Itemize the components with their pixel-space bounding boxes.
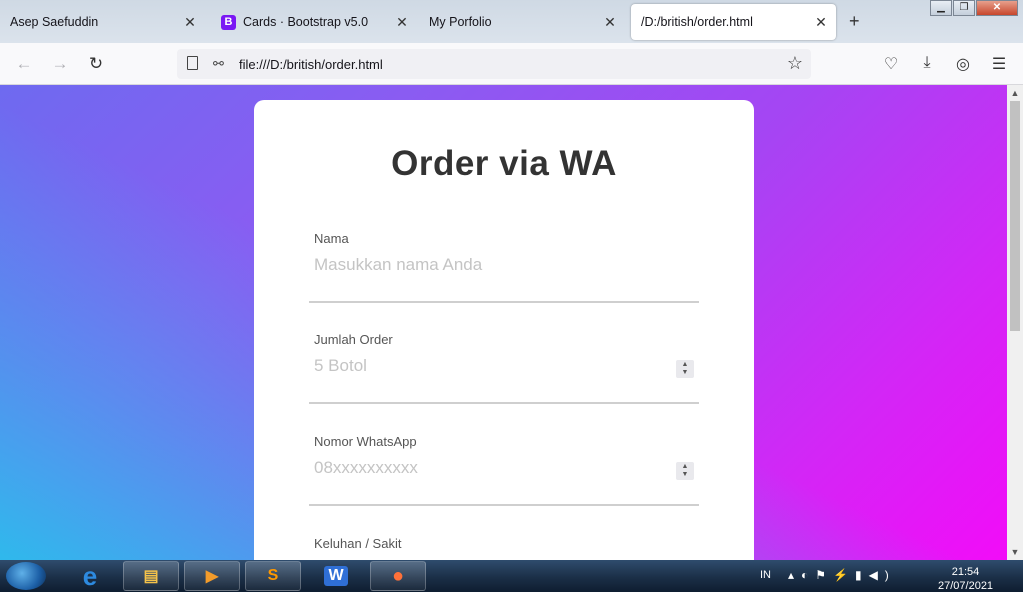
whatsapp-stepper[interactable]: ▲ ▼ <box>676 462 694 480</box>
tab-close-icon[interactable]: ✕ <box>814 14 828 31</box>
media-player-icon[interactable]: ▶ <box>184 561 240 591</box>
language-indicator[interactable]: IN <box>760 569 771 581</box>
whatsapp-field: Nomor WhatsApp ▲▼ <box>309 434 699 506</box>
arrow-left-icon[interactable]: ← <box>14 54 34 74</box>
clock-time: 21:54 <box>951 566 980 578</box>
bootstrap-icon: B <box>221 14 236 30</box>
form-title: Order via WA <box>391 144 617 183</box>
pocket-icon[interactable]: ♡ <box>881 54 901 74</box>
maximize-button[interactable]: ❐ <box>953 0 975 16</box>
whatsapp-input[interactable] <box>314 458 694 478</box>
url-text[interactable]: file:///D:/british/order.html <box>239 57 383 72</box>
scroll-down-icon[interactable]: ▼ <box>1007 544 1023 560</box>
reload-icon[interactable]: ↻ <box>86 54 106 74</box>
page-viewport: Order via WA Nama Jumlah Order ▲▼ Nomor … <box>0 85 1007 560</box>
whatsapp-label: Nomor WhatsApp <box>314 434 417 449</box>
tab-strip: Asep Saefuddin ✕ B Cards · Bootstrap v5.… <box>0 0 1023 43</box>
order-quantity-input[interactable] <box>314 356 694 376</box>
scroll-up-icon[interactable]: ▲ <box>1007 85 1023 101</box>
hamburger-menu-icon[interactable]: ☰ <box>989 54 1009 74</box>
complaint-label: Keluhan / Sakit <box>314 536 402 551</box>
minimize-button[interactable]: ▁ <box>930 0 952 16</box>
internet-explorer-icon[interactable]: e <box>62 561 118 591</box>
firefox-icon[interactable]: ● <box>370 561 426 591</box>
tab-label: My Porfolio <box>429 15 492 29</box>
tab-close-icon[interactable]: ✕ <box>395 14 409 31</box>
name-field: Nama <box>309 231 699 303</box>
file-explorer-icon[interactable]: ▤ <box>123 561 179 591</box>
system-clock[interactable]: 21:54 27/07/2021 <box>938 565 993 592</box>
navigation-bar: ← → ↻ ⚯ file:///D:/british/order.html ☆ … <box>0 43 1023 85</box>
star-icon[interactable]: ☆ <box>787 53 803 74</box>
scrollbar-thumb[interactable] <box>1010 101 1020 331</box>
order-quantity-field: Jumlah Order ▲▼ <box>309 332 699 404</box>
tab-asep[interactable]: Asep Saefuddin ✕ <box>0 4 205 40</box>
tab-close-icon[interactable]: ✕ <box>603 14 617 31</box>
quantity-stepper[interactable]: ▲ ▼ <box>676 360 694 378</box>
tab-close-icon[interactable]: ✕ <box>183 14 197 31</box>
download-icon[interactable]: ⤓ <box>917 54 937 72</box>
sublime-text-icon[interactable]: S <box>245 561 301 591</box>
tab-order-active[interactable]: /D:/british/order.html ✕ <box>631 4 836 40</box>
page-icon <box>187 56 198 70</box>
wps-office-icon[interactable]: W <box>308 561 364 591</box>
window-controls: ▁ ❐ ✕ <box>929 0 1018 16</box>
name-label: Nama <box>314 231 349 246</box>
system-tray-icons[interactable]: ▴◐⚑⚡▮◀) <box>788 568 896 582</box>
tab-label: Asep Saefuddin <box>10 15 99 29</box>
arrow-right-icon[interactable]: → <box>50 54 70 74</box>
clock-date: 27/07/2021 <box>938 580 994 592</box>
window-close-button[interactable]: ✕ <box>976 0 1018 16</box>
page-scrollbar[interactable]: ▲ ▼ <box>1007 85 1023 560</box>
order-quantity-label: Jumlah Order <box>314 332 393 347</box>
windows-taskbar: e ▤ ▶ S W ● IN ▴◐⚑⚡▮◀) 21:54 27/07/2021 <box>0 560 1023 592</box>
url-bar[interactable]: ⚯ file:///D:/british/order.html ☆ <box>177 49 811 79</box>
name-input[interactable] <box>314 255 694 275</box>
tab-portfolio[interactable]: My Porfolio ✕ <box>419 4 625 40</box>
tab-bootstrap-cards[interactable]: B Cards · Bootstrap v5.0 ✕ <box>211 4 417 40</box>
new-tab-button[interactable]: + <box>849 11 860 32</box>
tab-label: Cards · Bootstrap v5.0 <box>243 15 369 29</box>
tab-label: /D:/british/order.html <box>641 15 753 29</box>
order-form-card: Order via WA Nama Jumlah Order ▲▼ Nomor … <box>254 100 754 560</box>
permissions-icon[interactable]: ⚯ <box>213 56 224 72</box>
account-icon[interactable]: ◎ <box>953 54 973 74</box>
start-button[interactable] <box>6 562 46 590</box>
complaint-field: Keluhan / Sakit <box>309 536 699 560</box>
